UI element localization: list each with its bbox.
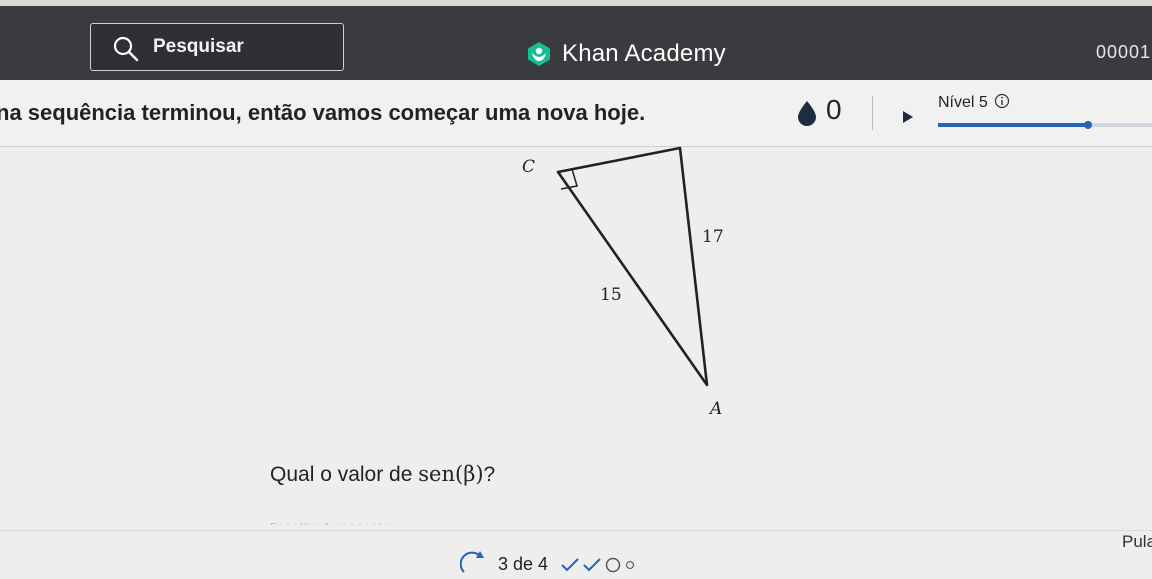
question-expression: sen(β) xyxy=(418,462,484,486)
question-prefix: Qual o valor de xyxy=(270,463,419,486)
refresh-icon[interactable] xyxy=(459,550,486,579)
level-text: Nível 5 xyxy=(938,94,988,111)
level-progress-bar xyxy=(938,121,1152,129)
footer-divider xyxy=(0,530,1152,531)
energy-drop-icon xyxy=(796,100,818,131)
triangle-figure: C 17 15 A xyxy=(522,146,724,419)
user-counter: 00001 xyxy=(1096,42,1152,62)
check-icon xyxy=(561,557,579,571)
side-15-label: 15 xyxy=(600,285,622,305)
level-progress-fill xyxy=(938,123,1088,127)
search-label: Pesquisar xyxy=(153,36,244,57)
skip-button[interactable]: Pula xyxy=(1122,532,1152,552)
top-navigation-bar: Pesquisar Khan Academy 00001 xyxy=(0,6,1152,80)
search-icon xyxy=(113,36,139,67)
upcoming-question-icon xyxy=(625,560,635,569)
brand-name: Khan Academy xyxy=(562,40,726,67)
level-progress-marker xyxy=(1083,121,1092,129)
session-message: na sequência terminou, então vamos começ… xyxy=(0,100,646,125)
answer-prompt-faint: Escolha 1 resposta: xyxy=(270,522,430,525)
info-icon[interactable] xyxy=(994,93,1010,114)
energy-points: 0 xyxy=(826,94,842,125)
progress-dots xyxy=(560,556,636,574)
level-label: Nível 5 xyxy=(938,93,1010,114)
vertex-c-label: C xyxy=(522,157,535,177)
exercise-header: na sequência terminou, então vamos começ… xyxy=(0,80,1152,147)
play-icon[interactable] xyxy=(902,110,914,129)
triangle xyxy=(556,146,709,387)
current-question-icon xyxy=(605,557,621,572)
search-field[interactable]: Pesquisar xyxy=(90,23,344,71)
khan-academy-logo[interactable]: Khan Academy xyxy=(526,36,726,72)
leaf-logo-icon xyxy=(528,42,550,66)
question-progress: 3 de 4 xyxy=(459,550,636,579)
question-text: Qual o valor de sen(β)? xyxy=(270,462,495,487)
side-17-label: 17 xyxy=(702,227,724,247)
header-divider xyxy=(872,96,873,130)
question-suffix: ? xyxy=(483,463,496,486)
progress-label: 3 de 4 xyxy=(498,554,549,574)
check-icon xyxy=(583,557,601,571)
vertex-a-label: A xyxy=(708,399,722,419)
